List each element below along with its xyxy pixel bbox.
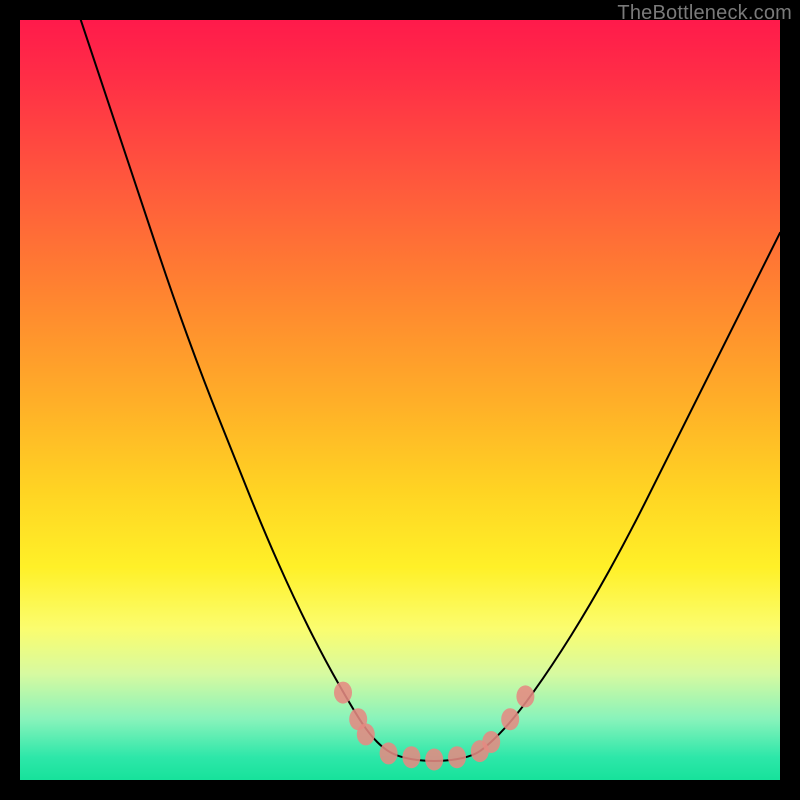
marker-group [334, 682, 534, 771]
valley-marker [425, 748, 443, 770]
watermark-text: TheBottleneck.com [617, 2, 792, 25]
curve-group [81, 20, 780, 761]
valley-marker [357, 723, 375, 745]
curve-layer [20, 20, 780, 780]
plot-area [20, 20, 780, 780]
valley-marker [501, 708, 519, 730]
valley-marker [516, 685, 534, 707]
valley-marker [402, 746, 420, 768]
valley-marker [380, 742, 398, 764]
valley-marker [482, 731, 500, 753]
bottleneck-chart: TheBottleneck.com [0, 0, 800, 800]
valley-marker [448, 746, 466, 768]
valley-marker [334, 682, 352, 704]
bottleneck-curve [81, 20, 780, 761]
